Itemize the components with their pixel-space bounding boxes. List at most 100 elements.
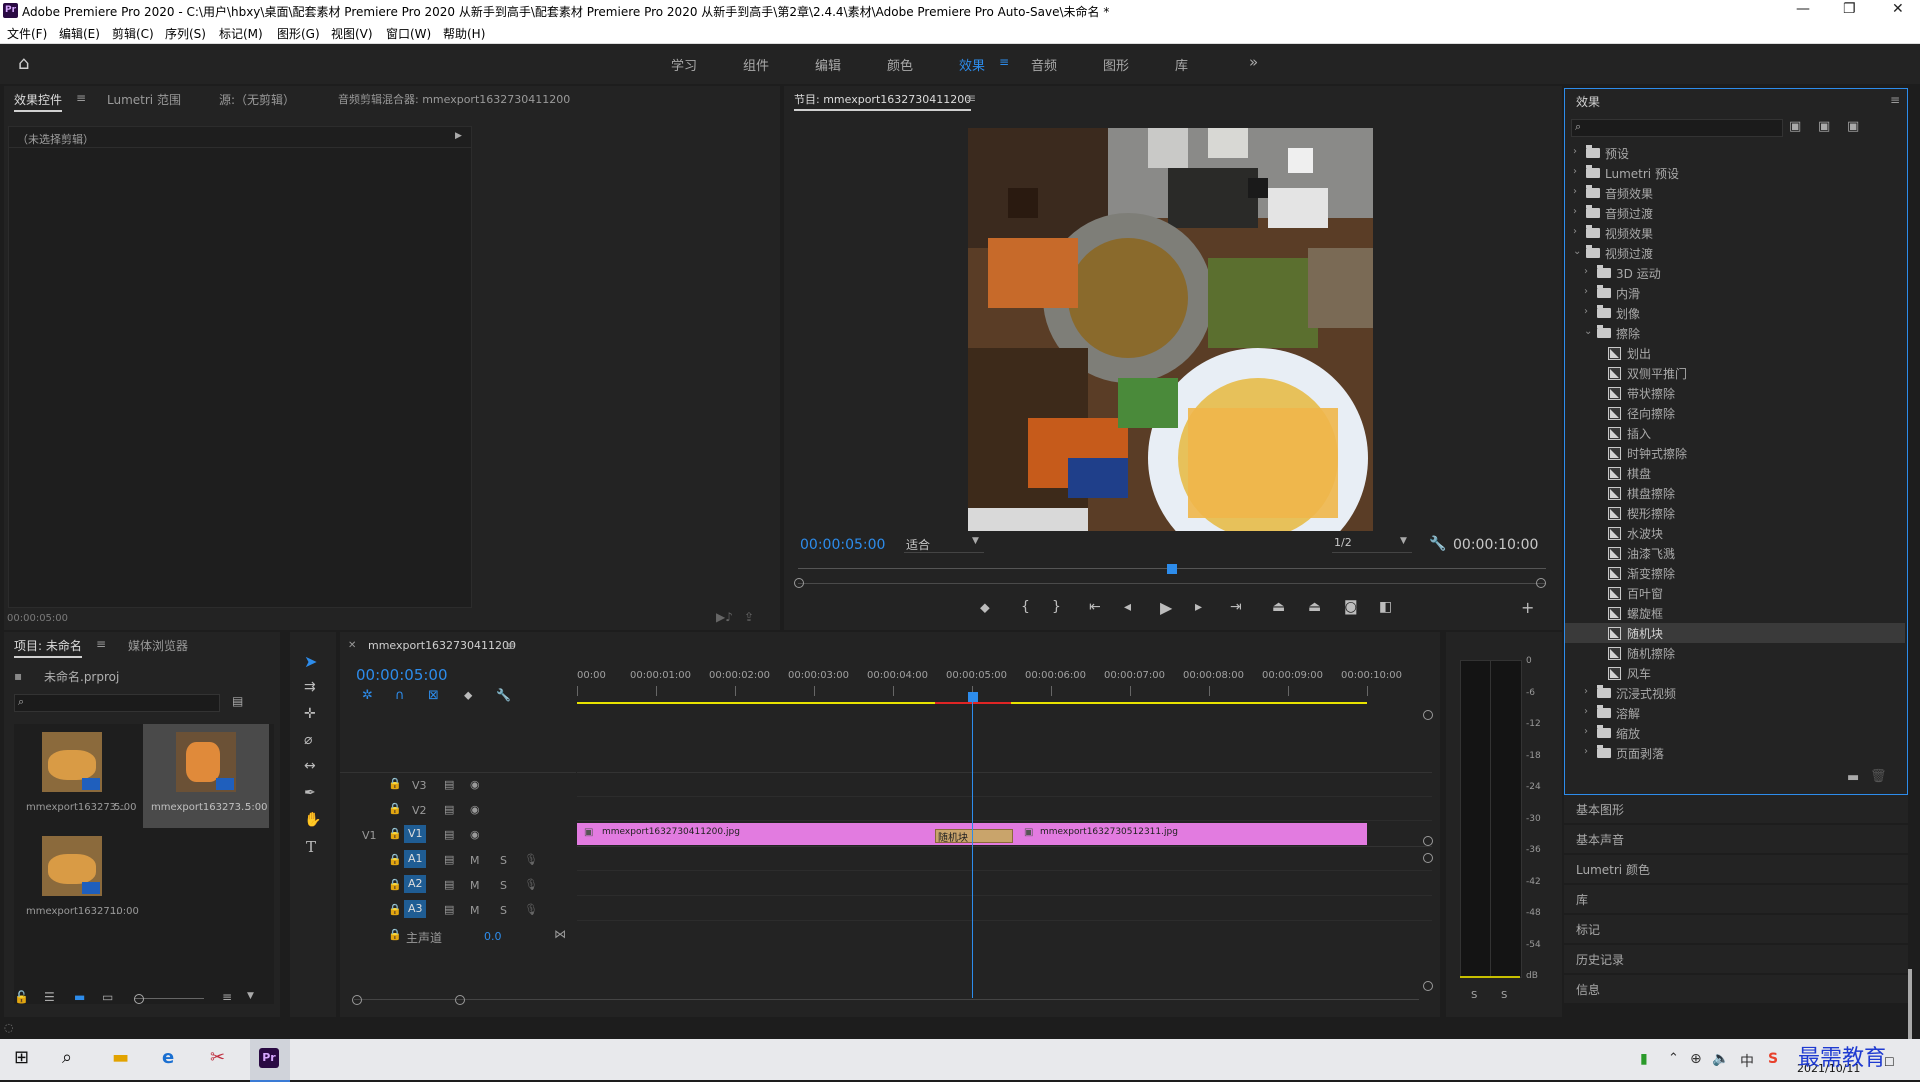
program-playhead[interactable] <box>1167 564 1177 574</box>
effect-item[interactable]: 楔形擦除 <box>1565 503 1905 523</box>
chevron-right-icon[interactable]: › <box>1584 686 1588 697</box>
network-icon[interactable]: ⊕ <box>1690 1051 1702 1067</box>
tab-audio-clip-mixer[interactable]: 音频剪辑混合器: mmexport1632730411200 <box>338 91 570 107</box>
mark-in-icon[interactable]: { <box>1021 599 1030 615</box>
effect-folder[interactable]: › 溶解 <box>1565 703 1905 723</box>
effect-item[interactable]: 棋盘 <box>1565 463 1905 483</box>
mic-icon[interactable]: 🎙 <box>524 878 538 891</box>
workspace-editing[interactable]: 编辑 <box>815 55 841 74</box>
sort-icon[interactable]: ≡ <box>222 990 232 1004</box>
panel-menu-icon[interactable]: ≡ <box>1890 93 1900 107</box>
comparison-view-icon[interactable]: ◧ <box>1379 599 1392 615</box>
panel-menu-icon[interactable]: ≡ <box>76 91 86 105</box>
close-tab-icon[interactable]: ✕ <box>348 640 356 651</box>
panel-menu-icon[interactable]: ≡ <box>966 91 976 105</box>
effect-folder[interactable]: › 预设 <box>1565 143 1905 163</box>
go-to-in-icon[interactable]: ⇤ <box>1089 599 1101 615</box>
tab-lumetri-scopes[interactable]: Lumetri 范围 <box>107 91 181 108</box>
solo-button[interactable]: S <box>500 879 507 892</box>
extract-icon[interactable]: ⏏ <box>1308 599 1321 615</box>
panel-history[interactable]: 历史记录 <box>1564 945 1908 973</box>
32bit-effects-icon[interactable]: ▣ <box>1818 119 1830 134</box>
effect-item[interactable]: 螺旋框 <box>1565 603 1905 623</box>
effect-item[interactable]: 插入 <box>1565 423 1905 443</box>
lock-track-icon[interactable]: 🔒 <box>388 777 402 790</box>
snipping-tool-icon[interactable]: ✂ <box>210 1047 225 1068</box>
yuv-effects-icon[interactable]: ▣ <box>1847 119 1859 134</box>
workspace-assembly[interactable]: 组件 <box>743 55 769 74</box>
mic-icon[interactable]: 🎙 <box>524 903 538 916</box>
chevron-right-icon[interactable]: › <box>1573 226 1577 237</box>
workspace-learning[interactable]: 学习 <box>671 55 697 74</box>
panel-menu-icon[interactable]: ≡ <box>505 639 515 653</box>
sync-lock-icon[interactable]: ▤ <box>444 878 454 891</box>
menu-file[interactable]: 文件(F) <box>7 25 47 42</box>
effect-folder[interactable]: › 内滑 <box>1565 283 1905 303</box>
step-back-icon[interactable]: ◂ <box>1124 599 1131 615</box>
chevron-right-icon[interactable]: › <box>1584 706 1588 717</box>
effect-item[interactable]: 油漆飞溅 <box>1565 543 1905 563</box>
chevron-right-icon[interactable]: › <box>1573 146 1577 157</box>
maximize-icon[interactable]: ❐ <box>1843 1 1856 17</box>
vscroll-handle[interactable] <box>1423 981 1433 991</box>
timeline-current-timecode[interactable]: 00:00:05:00 <box>356 666 448 684</box>
lock-track-icon[interactable]: 🔒 <box>388 903 402 916</box>
effect-folder[interactable]: ⌄ 视频过渡 <box>1565 243 1905 263</box>
effect-item[interactable]: 水波块 <box>1565 523 1905 543</box>
tab-media-browser[interactable]: 媒体浏览器 <box>128 637 188 654</box>
lock-icon[interactable]: 🔓 <box>14 990 29 1004</box>
camera-icon[interactable]: ◙ <box>1344 599 1358 615</box>
effect-folder[interactable]: › 缩放 <box>1565 723 1905 743</box>
lock-track-icon[interactable]: 🔒 <box>388 802 402 815</box>
chevron-right-icon[interactable]: › <box>1573 206 1577 217</box>
pen-tool-icon[interactable]: ✒ <box>304 785 316 801</box>
track-target-v1[interactable]: V1 <box>404 825 426 843</box>
sync-lock-icon[interactable]: ▤ <box>444 828 454 841</box>
project-item[interactable]: mmexport163273... 5:00 <box>16 726 136 826</box>
sync-lock-icon[interactable]: ▤ <box>444 778 454 791</box>
project-search-input[interactable]: ⌕ <box>14 694 220 712</box>
new-bin-icon[interactable]: ▬ <box>1847 770 1859 785</box>
meter-solo-right[interactable]: S <box>1501 990 1507 1001</box>
meter-solo-left[interactable]: S <box>1471 990 1477 1001</box>
menu-view[interactable]: 视图(V) <box>331 25 373 42</box>
chevron-down-icon[interactable]: ▼ <box>247 991 254 1001</box>
type-tool-icon[interactable]: T <box>306 838 316 856</box>
tab-source[interactable]: 源:（无剪辑） <box>219 91 295 108</box>
eye-icon[interactable]: ◉ <box>470 803 480 816</box>
panel-essential-sound[interactable]: 基本声音 <box>1564 825 1908 853</box>
chevron-right-icon[interactable]: › <box>1584 266 1588 277</box>
selection-tool-icon[interactable]: ➤ <box>304 652 317 671</box>
linked-selection-icon[interactable]: ⊠ <box>428 688 439 703</box>
effect-folder[interactable]: › 音频效果 <box>1565 183 1905 203</box>
eye-icon[interactable]: ◉ <box>470 778 480 791</box>
tab-effect-controls[interactable]: 效果控件 <box>14 91 63 112</box>
freeform-view-icon[interactable]: ▭ <box>102 990 113 1004</box>
resolution-dropdown[interactable]: 1/2 ▼ <box>1332 534 1412 553</box>
solo-button[interactable]: S <box>500 854 507 867</box>
workspace-graphics[interactable]: 图形 <box>1103 55 1129 74</box>
workspace-menu-icon[interactable]: ≡ <box>999 55 1009 69</box>
close-icon[interactable]: ✕ <box>1892 1 1904 17</box>
ripple-edit-tool-icon[interactable]: ✛ <box>304 706 316 722</box>
zoom-handle-left[interactable] <box>352 995 362 1005</box>
effect-item[interactable]: 随机擦除 <box>1565 643 1905 663</box>
volume-icon[interactable]: 🔈 <box>1712 1051 1729 1067</box>
timeline-zoom-bar[interactable] <box>354 999 1419 1000</box>
track-target-a1[interactable]: A1 <box>404 850 426 868</box>
menu-window[interactable]: 窗口(W) <box>386 25 431 42</box>
icon-view-icon[interactable]: ▬ <box>74 990 85 1004</box>
chevron-right-icon[interactable]: › <box>1584 306 1588 317</box>
go-to-out-icon[interactable]: ⇥ <box>1230 599 1242 615</box>
workspace-libraries[interactable]: 库 <box>1175 55 1188 74</box>
mute-button[interactable]: M <box>470 879 480 892</box>
add-marker-icon[interactable]: ⬥ <box>464 688 472 703</box>
windows-start-icon[interactable]: ⊞ <box>14 1047 29 1068</box>
home-icon[interactable]: ⌂ <box>18 53 29 74</box>
lock-track-icon[interactable]: 🔒 <box>388 928 402 941</box>
effect-folder[interactable]: › Lumetri 预设 <box>1565 163 1905 183</box>
zoom-handle-left[interactable] <box>794 578 804 588</box>
sync-lock-icon[interactable]: ▤ <box>444 903 454 916</box>
panel-markers[interactable]: 标记 <box>1564 915 1908 943</box>
effects-search-input[interactable]: ⌕ <box>1571 119 1783 137</box>
